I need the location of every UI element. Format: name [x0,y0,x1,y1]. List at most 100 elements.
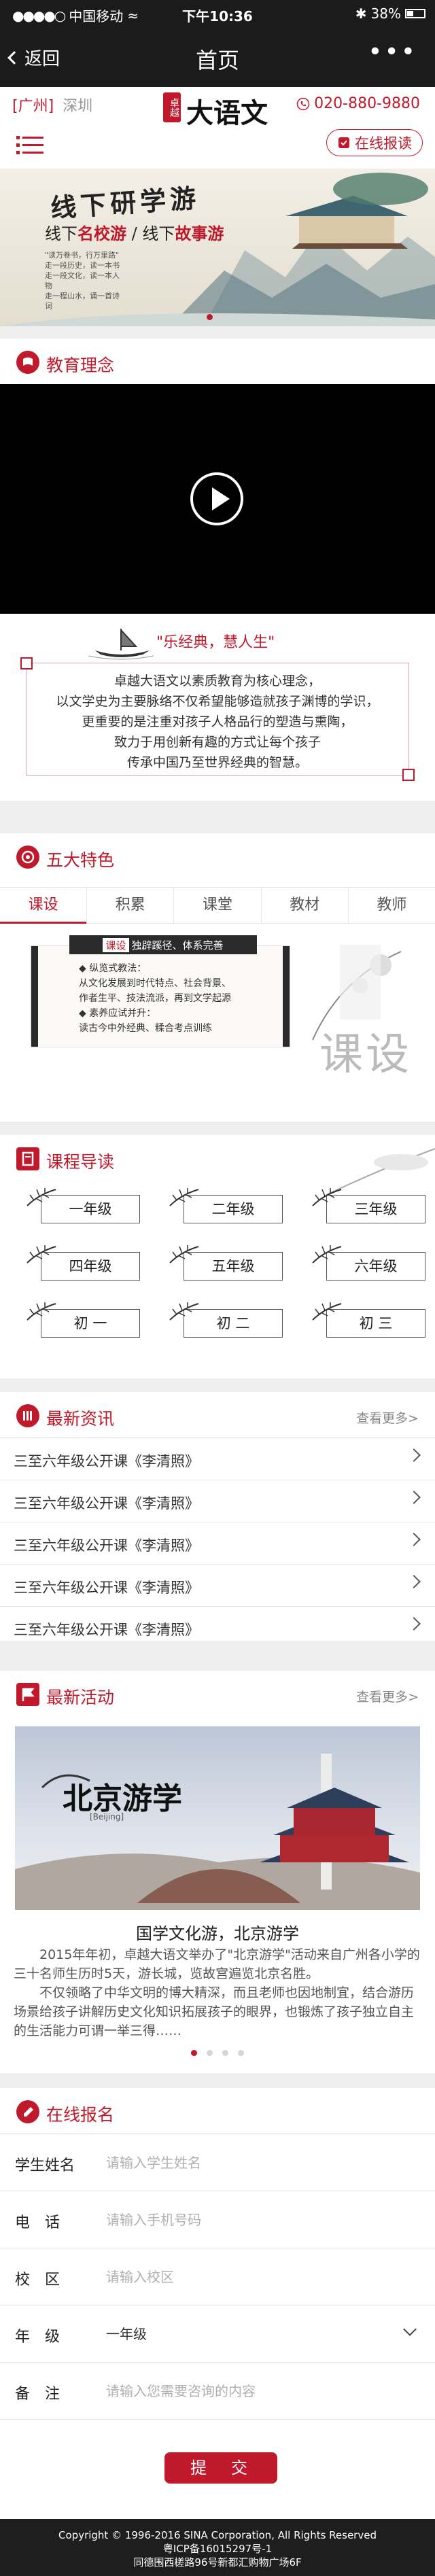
activity-paragraph: 不仅领略了中华文明的博大精深，而且老师也因地制宜，结合游历场景给孩子讲解历史文化… [14,1985,415,2038]
logo-seal: 卓越 [163,92,181,122]
news-item[interactable]: 三至六年级公开课《李清照》 [0,1438,435,1480]
pagination-dot[interactable] [222,314,228,320]
pine-branch-icon [312,1302,342,1321]
city-switcher[interactable]: [广州] 深圳 [12,94,92,116]
divider [0,1437,435,1438]
chevron-right-icon [407,1448,421,1462]
banner-subtitle: 线下名校游 / 线下故事游 [45,220,224,244]
philosophy-line: 致力于用创新有趣的方式让每个孩子 [114,735,321,750]
pagination-dot[interactable] [222,2050,228,2056]
footer-copyright: Copyright © 1996-2016 SINA Corporation, … [58,2529,377,2541]
city-current[interactable]: [广州] [12,98,54,115]
field-label: 学生姓名 [15,2157,75,2174]
section-title: 教育理念 [46,355,115,375]
banner-small-text: "读万卷书，行万里路" 走一段历史，读一本书 走一段文化，读一本人物 走一程山水… [45,250,126,311]
chevron-down-icon[interactable] [403,2322,417,2336]
form-row-grade[interactable]: 年 级 一年级 [0,2305,435,2363]
signup-button[interactable]: 在线报读 [326,129,423,156]
student-name-input[interactable] [106,2151,405,2175]
banner-mid: / 线下 [126,224,175,243]
pine-branch-icon [27,1245,56,1264]
scroll-line: 读古今中外经典、糅合考点训练 [79,1023,212,1034]
education-icon [16,351,39,374]
tab-textbook[interactable]: 教材 [262,888,349,923]
news-item[interactable]: 三至六年级公开课《李清照》 [0,1480,435,1522]
features-icon [16,846,39,869]
pagination-dot[interactable] [207,2050,213,2056]
phone-link[interactable]: 020-880-9880 [296,95,420,112]
philosophy-text: 卓越大语文以素质教育为核心理念， 以文学史为主要脉络不仅希望能够造就孩子渊博的学… [27,671,408,773]
chevron-right-icon [407,1491,421,1504]
more-options-icon[interactable]: ••• [368,38,417,66]
scroll-line: 作者生平、技法流派，再到文学起源 [79,993,231,1004]
philosophy-block: "乐经典，慧人生" 卓越大语文以素质教育为核心理念， 以文学史为主要脉络不仅希望… [0,614,435,790]
tab-teacher[interactable]: 教师 [349,888,435,923]
pagination-dot-active[interactable] [207,314,213,320]
activity-title[interactable]: 国学文化游，北京游学 [0,1920,435,1944]
section-gap [0,801,435,833]
section-header-features: 五大特色 [0,835,435,880]
form-row-phone: 电 话 [0,2191,435,2248]
submit-button[interactable]: 提 交 [164,2452,277,2484]
activity-pagination[interactable] [0,2050,435,2056]
news-icon [16,1404,39,1427]
news-item[interactable]: 三至六年级公开课《李清照》 [0,1565,435,1607]
beijing-temple-illustration [15,1754,420,1910]
philosophy-line: 更重要的是注重对孩子人格品行的塑造与熏陶， [82,714,353,729]
bluetooth-icon: ✱ [355,5,367,22]
campus-input[interactable] [106,2265,405,2289]
news-more-link[interactable]: 查看更多> [356,1408,419,1427]
activities-more-link[interactable]: 查看更多> [356,1687,419,1705]
video-player[interactable] [0,384,435,614]
banner-pagination[interactable] [0,314,435,320]
pagination-dot[interactable] [238,314,244,320]
book-icon [16,1147,39,1170]
section-title: 课程导读 [46,1152,115,1172]
news-title: 三至六年级公开课《李清照》 [14,1453,199,1469]
field-label: 校 区 [15,2272,60,2288]
banner-highlight-1: 名校游 [77,224,126,243]
field-label: 电 话 [15,2214,60,2231]
section-title: 最新资讯 [46,1409,115,1429]
news-item[interactable]: 三至六年级公开课《李清照》 [0,1522,435,1565]
pagination-dot[interactable] [191,314,197,320]
pine-branch-icon [27,1188,56,1206]
scroll-tag-text: 独辟蹊径、体系完善 [131,939,224,952]
scroll-tag-highlight: 课设 [103,937,129,952]
city-other[interactable]: 深圳 [63,98,92,115]
pagination-dot[interactable] [238,2050,244,2056]
chevron-right-icon [407,1533,421,1546]
nav-bar: 返回 首页 ••• [0,27,435,87]
tab-accumulation[interactable]: 积累 [87,888,175,923]
activity-image[interactable]: 北京游学 [Beijing] [15,1726,420,1910]
pagination-dot-active[interactable] [191,2050,197,2056]
divider [0,2133,435,2134]
activity-paragraph: 2015年年初，卓越大语文举办了"北京游学"活动来自广州各小学的三十名师生历时5… [14,1947,420,1981]
form-row-notes: 备 注 [0,2363,435,2420]
tab-curriculum[interactable]: 课设 [0,888,88,924]
activity-image-title: 北京游学 [63,1781,182,1816]
field-label: 年 级 [15,2329,60,2346]
phone-input[interactable] [106,2208,405,2232]
hero-banner[interactable]: 线下研学游 线下名校游 / 线下故事游 "读万卷书，行万里路" 走一段历史，读一… [0,169,435,326]
phone-number[interactable]: 020-880-9880 [314,95,420,112]
footer-icp: 粤ICP备16015297号-1 [162,2543,273,2555]
philosophy-slogan: "乐经典，慧人生" [156,634,275,651]
philosophy-line: 以文学史为主要脉络不仅希望能够造就孩子渊博的学识， [56,694,379,709]
tab-classroom[interactable]: 课堂 [174,888,262,923]
ink-boat-illustration [88,629,154,660]
section-header-philosophy: 教育理念 [0,340,435,385]
form-row-campus: 校 区 [0,2248,435,2305]
scroll-line: 从文化发展到时代特点、社会背景、 [79,978,231,989]
section-title: 在线报名 [46,2105,115,2125]
footer: Copyright © 1996-2016 SINA Corporation, … [0,2519,435,2576]
banner-highlight-2: 故事游 [175,224,224,243]
chevron-right-icon [407,1575,421,1588]
notes-input[interactable] [106,2379,405,2403]
banner-line: 走一段历史，读一本书 [45,261,120,270]
philosophy-line: 卓越大语文以素质教育为核心理念， [114,674,321,689]
play-icon[interactable] [190,472,243,525]
grade-select[interactable]: 一年级 [106,2322,405,2346]
menu-icon[interactable] [16,135,44,156]
pine-branch-icon [27,1302,56,1321]
